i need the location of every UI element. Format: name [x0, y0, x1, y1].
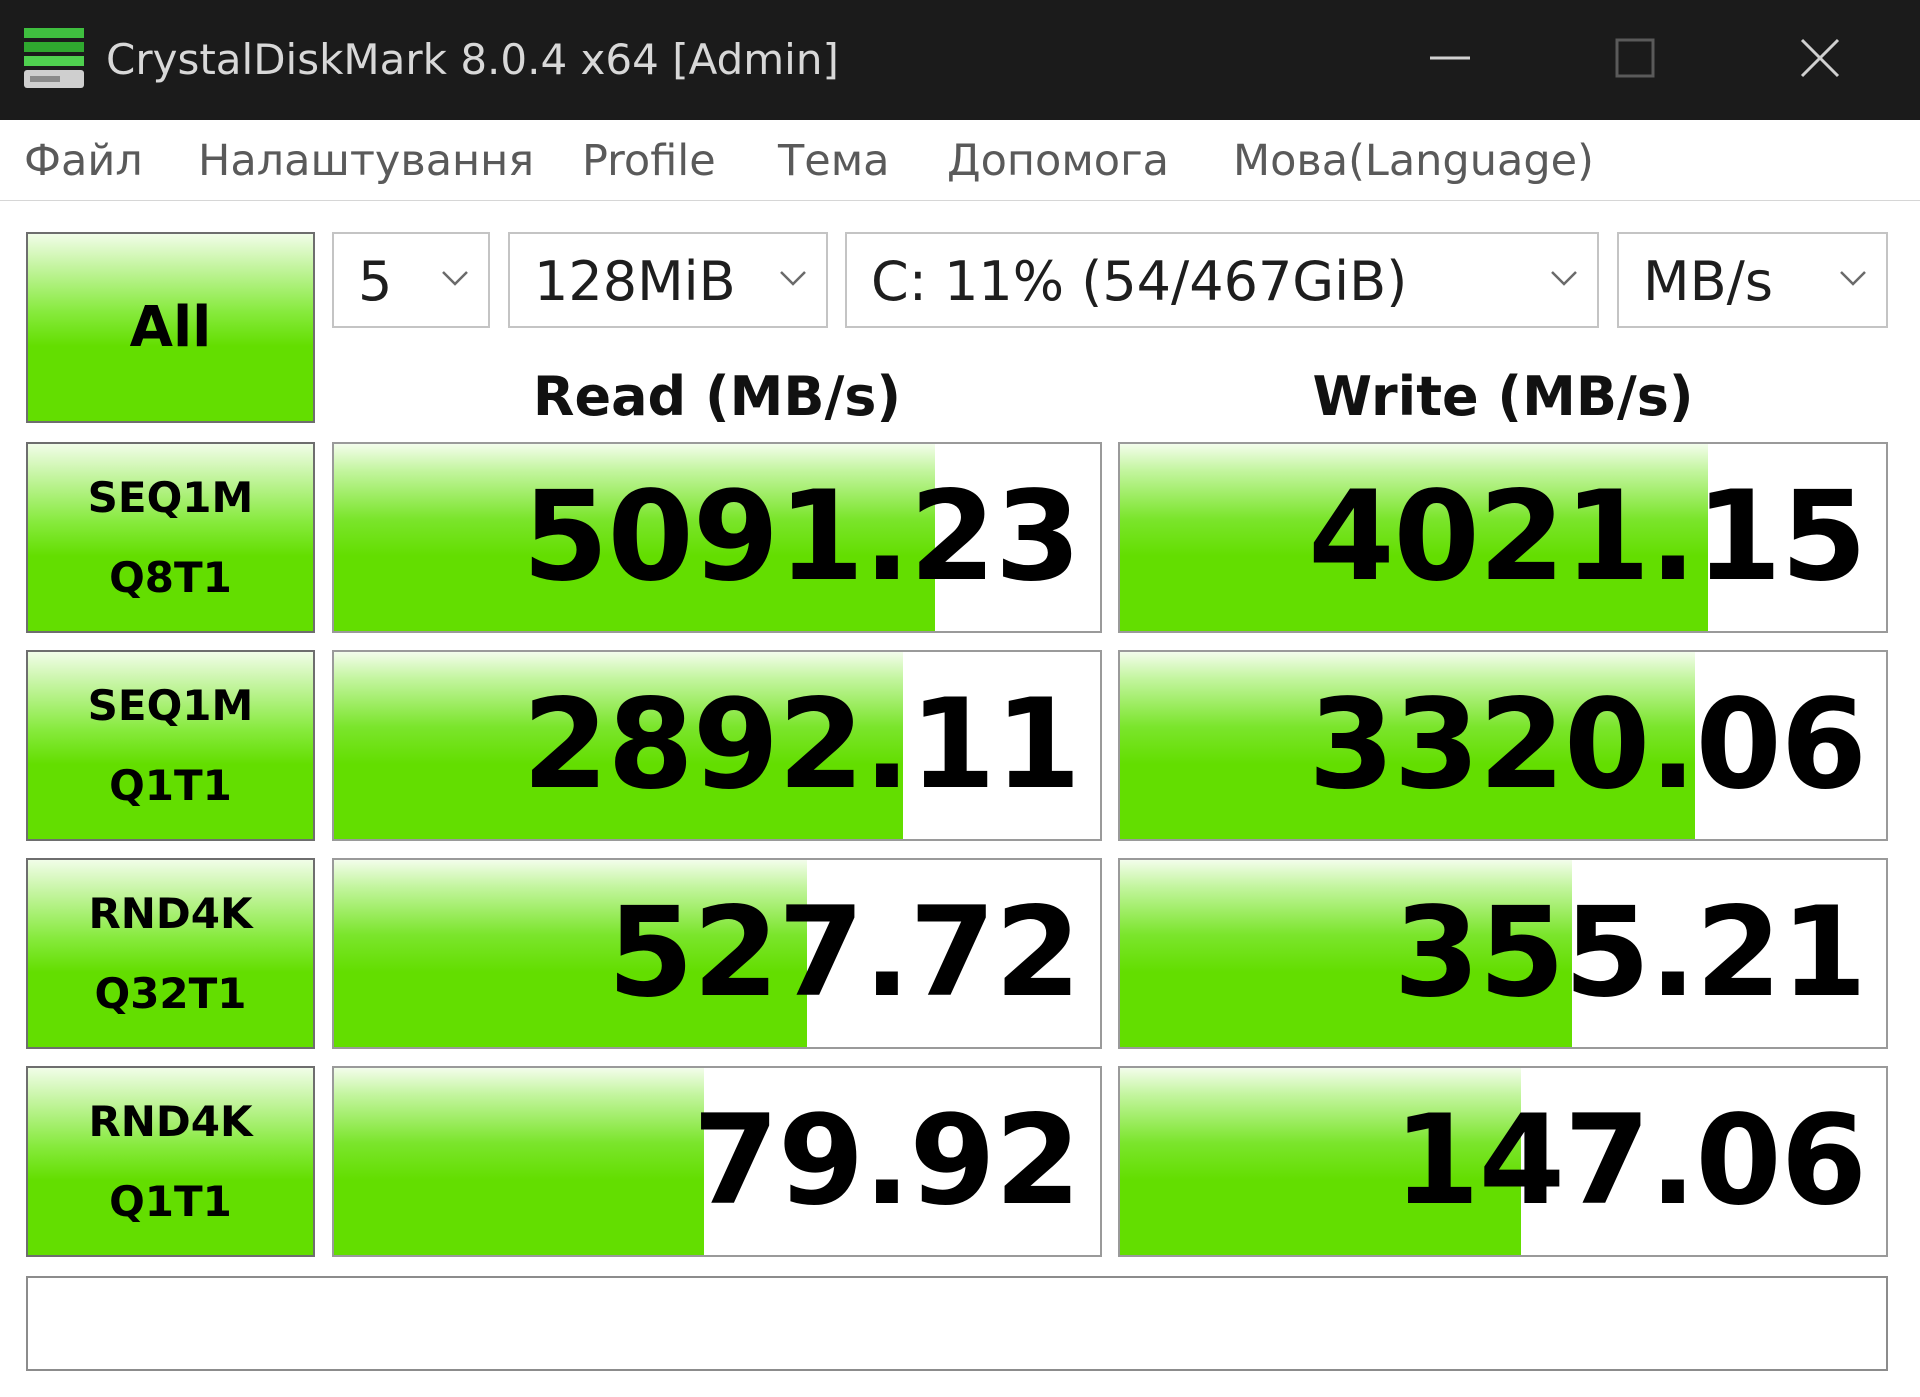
write-value: 3320.06	[1308, 673, 1867, 817]
test-size-value: 128MiB	[534, 250, 736, 313]
test-name-line2: Q8T1	[109, 552, 232, 602]
menu-language[interactable]: Мова(Language)	[1233, 134, 1594, 188]
menu-profile[interactable]: Profile	[582, 134, 716, 188]
test-name-line1: RND4K	[88, 1096, 253, 1146]
test-size-select[interactable]: 128MiB	[508, 232, 828, 328]
run-all-button[interactable]: All	[26, 232, 315, 423]
write-value: 4021.15	[1308, 465, 1867, 609]
test-count-value: 5	[358, 250, 393, 313]
write-value: 147.06	[1393, 1089, 1867, 1233]
read-result-rnd4k-q32t1: 527.72	[332, 858, 1102, 1049]
menu-file[interactable]: Файл	[24, 134, 143, 188]
unit-value: MB/s	[1643, 250, 1773, 313]
title-bar: CrystalDiskMark 8.0.4 x64 [Admin]	[0, 0, 1920, 120]
drive-value: C: 11% (54/467GiB)	[871, 250, 1408, 313]
test-button-rnd4k-q1t1[interactable]: RND4K Q1T1	[26, 1066, 315, 1257]
test-name-line1: SEQ1M	[87, 680, 254, 730]
close-button[interactable]	[1770, 20, 1870, 96]
run-all-label: All	[129, 295, 212, 360]
minimize-button[interactable]	[1400, 20, 1500, 96]
read-value: 79.92	[692, 1089, 1081, 1233]
window-title: CrystalDiskMark 8.0.4 x64 [Admin]	[106, 35, 839, 84]
comment-input[interactable]	[26, 1276, 1888, 1371]
drive-select[interactable]: C: 11% (54/467GiB)	[845, 232, 1599, 328]
test-button-seq1m-q8t1[interactable]: SEQ1M Q8T1	[26, 442, 315, 633]
menu-theme[interactable]: Тема	[778, 134, 890, 188]
read-value: 2892.11	[522, 673, 1081, 817]
read-value: 5091.23	[522, 465, 1081, 609]
read-result-rnd4k-q1t1: 79.92	[332, 1066, 1102, 1257]
write-column-header: Write (MB/s)	[1312, 365, 1694, 428]
read-value: 527.72	[607, 881, 1081, 1025]
read-result-seq1m-q8t1: 5091.23	[332, 442, 1102, 633]
chevron-down-icon	[1551, 271, 1577, 286]
read-bar-fill	[334, 1068, 704, 1255]
chevron-down-icon	[1840, 271, 1866, 286]
test-count-select[interactable]: 5	[332, 232, 490, 328]
unit-select[interactable]: MB/s	[1617, 232, 1888, 328]
test-name-line2: Q1T1	[109, 1176, 232, 1226]
chevron-down-icon	[780, 271, 806, 286]
write-result-rnd4k-q1t1: 147.06	[1118, 1066, 1888, 1257]
minimize-icon	[1430, 56, 1470, 60]
test-name-line2: Q1T1	[109, 760, 232, 810]
menu-settings[interactable]: Налаштування	[198, 134, 534, 188]
read-column-header: Read (MB/s)	[532, 365, 902, 428]
menu-help[interactable]: Допомога	[947, 134, 1169, 188]
read-result-seq1m-q1t1: 2892.11	[332, 650, 1102, 841]
chevron-down-icon	[442, 271, 468, 286]
test-name-line2: Q32T1	[94, 968, 247, 1018]
test-button-rnd4k-q32t1[interactable]: RND4K Q32T1	[26, 858, 315, 1049]
write-value: 355.21	[1393, 881, 1867, 1025]
close-icon	[1800, 38, 1840, 78]
test-name-line1: RND4K	[88, 888, 253, 938]
test-name-line1: SEQ1M	[87, 472, 254, 522]
write-result-seq1m-q8t1: 4021.15	[1118, 442, 1888, 633]
write-result-seq1m-q1t1: 3320.06	[1118, 650, 1888, 841]
test-button-seq1m-q1t1[interactable]: SEQ1M Q1T1	[26, 650, 315, 841]
crystaldiskmark-drive-icon	[24, 28, 84, 88]
menu-bar: Файл Налаштування Profile Тема Допомога …	[0, 120, 1920, 201]
maximize-button[interactable]	[1585, 20, 1685, 96]
maximize-icon	[1615, 38, 1655, 78]
write-result-rnd4k-q32t1: 355.21	[1118, 858, 1888, 1049]
